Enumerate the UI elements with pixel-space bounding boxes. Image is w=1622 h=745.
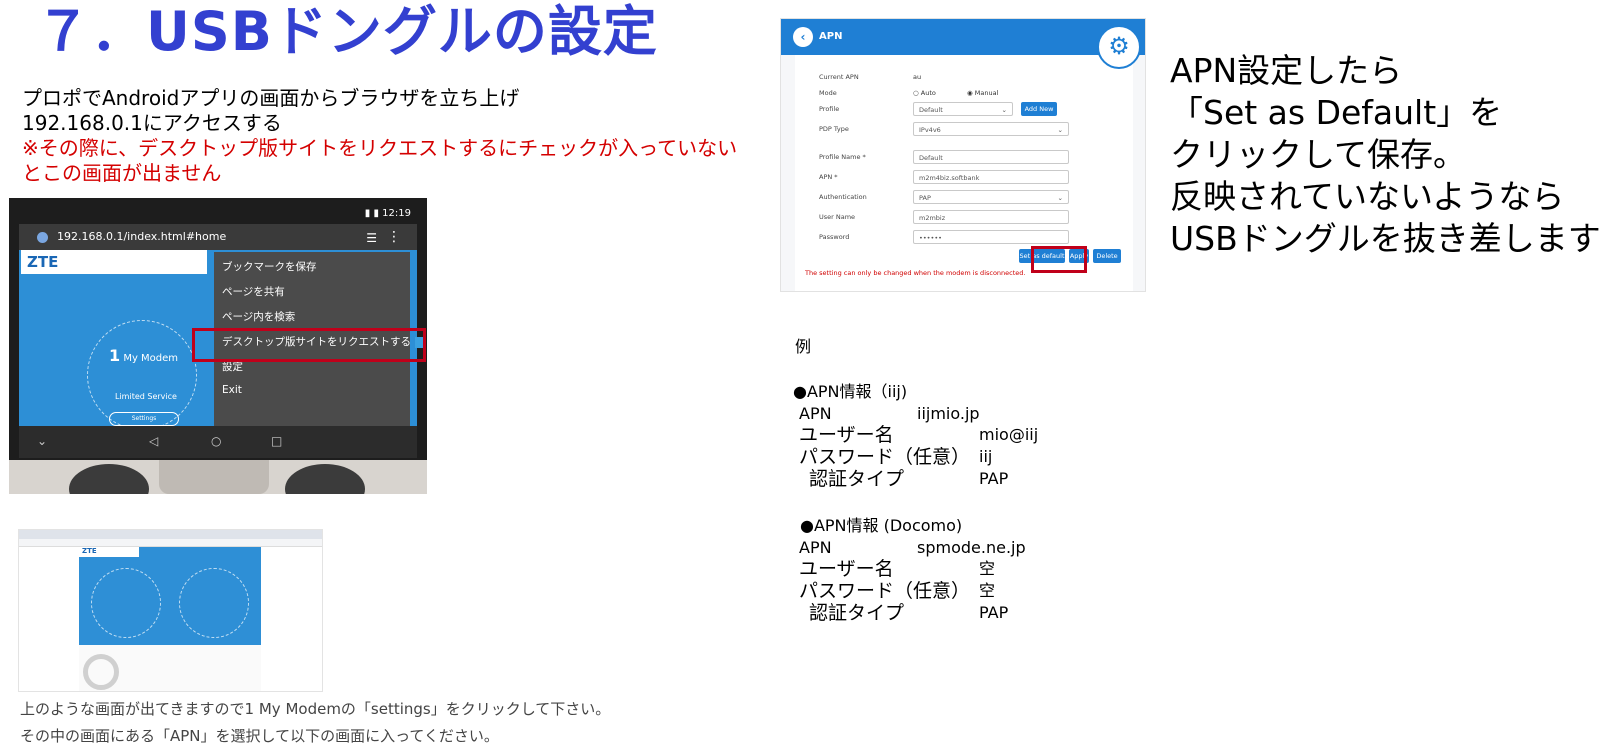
caption: 上のような画面が出てきますので1 My Modemの「settings」をクリッ…	[20, 696, 610, 745]
label-user-name: User Name	[819, 213, 856, 221]
back-arrow-icon[interactable]: ‹	[793, 27, 813, 47]
user-name-input[interactable]: m2mbiz	[913, 210, 1069, 224]
disconnect-note: The setting can only be changed when the…	[805, 269, 1026, 277]
slide-title: ７．USBドングルの設定	[36, 0, 658, 63]
mode-radio-auto[interactable]: ○ Auto	[913, 89, 936, 97]
apn-settings-panel: APN ‹ Current APN au Mode ○ Auto ◉ Manua…	[780, 18, 1146, 292]
profile-name-input[interactable]: Default	[913, 150, 1069, 164]
signal-icon: ▮ ▮	[364, 208, 383, 219]
instructions: APN設定したら 「Set as Default」を クリックして保存。 反映さ…	[1170, 50, 1601, 260]
thumb-zte-logo: ZTE	[79, 547, 139, 557]
iij-apn-label: APN	[799, 404, 832, 423]
home-circle-icon[interactable]: ○	[211, 434, 221, 448]
profile-select[interactable]: Default ⌄	[913, 102, 1013, 116]
highlight-set-default	[1031, 246, 1087, 273]
menu-item-share-page[interactable]: ページを共有	[214, 277, 410, 302]
docomo-password-label: パスワード（任意）	[799, 580, 971, 602]
thumb-wifi-ring	[179, 568, 249, 638]
menu-item-save-bookmark[interactable]: ブックマークを保存	[214, 252, 410, 277]
overflow-menu-icon[interactable]: ⋮	[387, 229, 401, 245]
browser-tabstrip	[19, 530, 322, 539]
iij-auth-value: PAP	[979, 469, 1009, 488]
label-profile-name: Profile Name *	[819, 153, 866, 161]
docomo-user-label: ユーザー名	[799, 558, 894, 580]
intro-line-2: 192.168.0.1にアクセスする	[22, 111, 282, 135]
iij-apn-value: iijmio.jp	[917, 404, 980, 423]
android-nav-bar: ⌄ ◁ ○ □	[19, 426, 417, 458]
browser-url-bar[interactable]: 192.168.0.1/index.html#home ☰ ⋮	[19, 224, 417, 250]
my-modem-label: 1 My Modem	[109, 346, 179, 365]
speaker-right	[285, 464, 365, 494]
password-input[interactable]: ••••••	[913, 230, 1069, 244]
chevron-down-icon[interactable]: ⌄	[37, 434, 47, 448]
instruction-line-3: クリックして保存。	[1170, 135, 1467, 174]
recents-square-icon[interactable]: □	[271, 434, 282, 448]
label-authentication: Authentication	[819, 193, 867, 201]
instruction-line-4: 反映されていないようなら	[1170, 177, 1565, 216]
speaker-left	[69, 464, 149, 494]
example-block-iij: ●APN情報（iij)	[793, 381, 907, 403]
zte-logo: ZTE	[21, 250, 207, 274]
apn-input[interactable]: m2m4biz.softbank	[913, 170, 1069, 184]
favicon-icon	[37, 232, 48, 243]
service-status: Limited Service	[115, 392, 177, 401]
iij-user-label: ユーザー名	[799, 424, 894, 446]
label-password: Password	[819, 233, 850, 241]
label-pdp-type: PDP Type	[819, 125, 849, 133]
instruction-line-2: 「Set as Default」を	[1170, 93, 1503, 132]
warning-line-1: ※その際に、デスクトップ版サイトをリクエストするにチェックが入っていない	[22, 136, 738, 160]
iij-password-label: パスワード（任意）	[799, 446, 971, 468]
example-block-docomo: ●APN情報 (Docomo)	[800, 515, 962, 537]
label-mode: Mode	[819, 89, 837, 97]
warning-line-2: とこの画面が出ません	[22, 161, 222, 185]
back-triangle-icon[interactable]: ◁	[149, 434, 158, 448]
docomo-auth-label: 認証タイプ	[809, 602, 905, 624]
browser-url: 192.168.0.1/index.html#home	[57, 230, 227, 243]
example-docomo-title: ●APN情報 (Docomo)	[800, 516, 963, 535]
delete-button[interactable]: Delete	[1093, 249, 1121, 263]
docomo-password-value: 空	[979, 581, 996, 600]
authentication-select[interactable]: PAP ⌄	[913, 190, 1069, 204]
phone-stand	[159, 460, 269, 494]
example-docomo-rows: APN spmode.ne.jp ユーザー名 空 パスワード（任意） 空 認証タ…	[799, 537, 1059, 627]
loading-spinner-icon	[83, 654, 119, 690]
tabs-icon[interactable]: ☰	[366, 231, 377, 245]
pdp-type-select[interactable]: IPv4v6 ⌄	[913, 122, 1069, 136]
docomo-auth-value: PAP	[979, 603, 1009, 622]
intro-text: プロポでAndroidアプリの画面からブラウザを立ち上げ 192.168.0.1…	[22, 86, 737, 186]
docomo-apn-label: APN	[799, 538, 832, 557]
mode-radio-manual[interactable]: ◉ Manual	[967, 89, 998, 97]
browser-address-bar	[19, 539, 322, 547]
instruction-line-1: APN設定したら	[1170, 51, 1403, 90]
browser-screenshot: ZTE	[18, 529, 323, 692]
menu-item-exit[interactable]: Exit	[214, 377, 410, 402]
highlight-request-desktop	[192, 328, 426, 362]
label-current-apn: Current APN	[819, 73, 859, 81]
apn-header: APN	[781, 19, 1145, 55]
docomo-user-value: 空	[979, 559, 996, 578]
value-current-apn: au	[913, 73, 922, 81]
caption-line-2: その中の画面にある「APN」を選択して以下の画面に入ってください。	[20, 727, 499, 745]
iij-auth-label: 認証タイプ	[809, 468, 905, 490]
phone-time: 12:19	[382, 208, 411, 219]
intro-line-1: プロポでAndroidアプリの画面からブラウザを立ち上げ	[22, 86, 520, 110]
example-iij-rows: APN iijmio.jp ユーザー名 mio@iij パスワード（任意） ii…	[799, 403, 1059, 493]
label-profile: Profile	[819, 105, 840, 113]
thumb-modem-ring	[91, 568, 161, 638]
label-apn: APN *	[819, 173, 838, 181]
menu-item-find-in-page[interactable]: ページ内を検索	[214, 302, 410, 327]
example-iij-title: ●APN情報（iij)	[793, 382, 908, 401]
phone-status-bar: ▮ ▮ 12:19	[19, 208, 417, 222]
add-new-button[interactable]: Add New	[1021, 102, 1057, 116]
iij-password-value: iij	[979, 447, 993, 466]
iij-user-value: mio@iij	[979, 425, 1039, 444]
example-heading: 例	[795, 337, 812, 356]
gear-icon[interactable]: ⚙	[1097, 25, 1141, 69]
modem-settings-button[interactable]: Settings	[109, 412, 179, 426]
instruction-line-5: USBドングルを抜き差します	[1170, 219, 1601, 258]
docomo-apn-value: spmode.ne.jp	[917, 538, 1026, 557]
caption-line-1: 上のような画面が出てきますので1 My Modemの「settings」をクリッ…	[20, 700, 611, 718]
